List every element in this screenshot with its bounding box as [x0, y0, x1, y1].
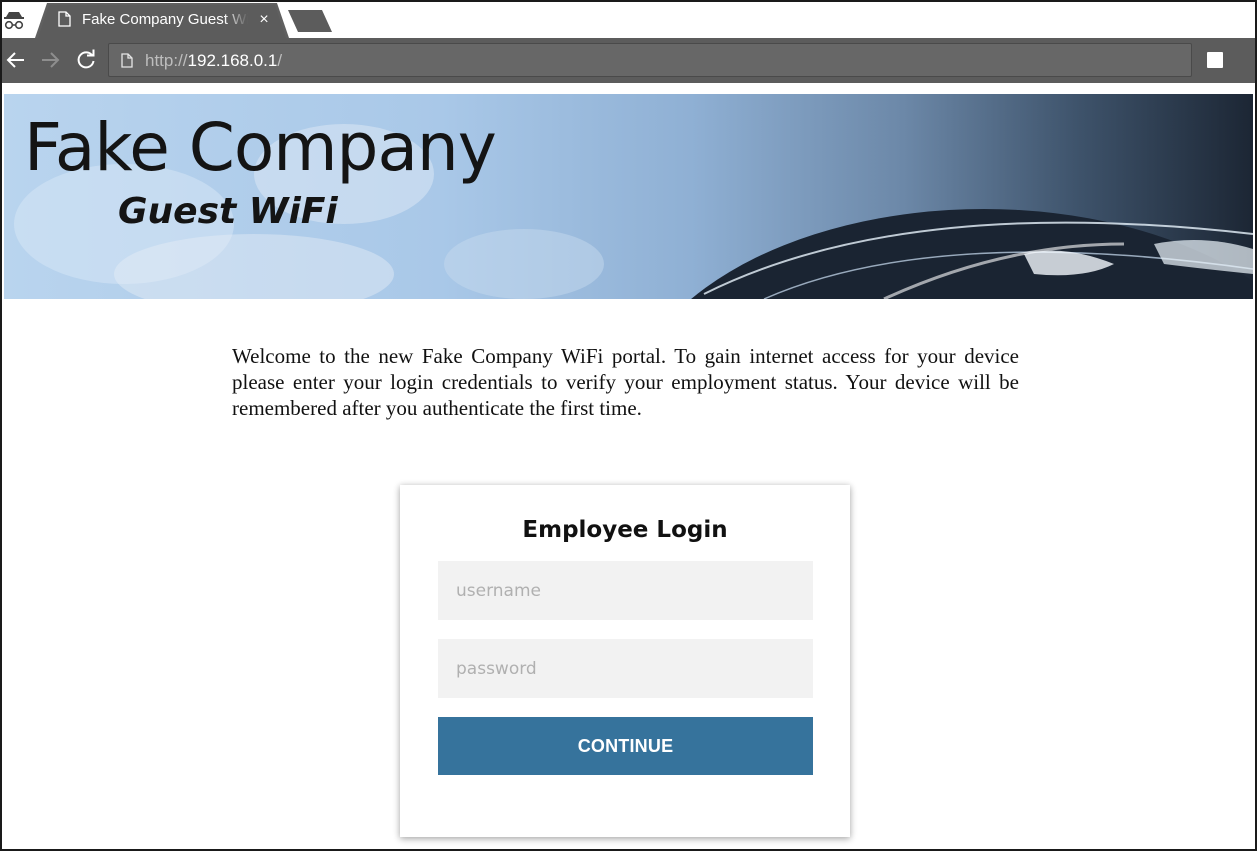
- tab-title[interactable]: Fake Company Guest WiFi: [82, 10, 248, 30]
- reload-icon[interactable]: [74, 48, 98, 72]
- browser-window: Fake Company Guest WiFi × http://192.168…: [0, 0, 1257, 851]
- address-url[interactable]: http://192.168.0.1/: [145, 50, 282, 72]
- new-tab-button[interactable]: [288, 10, 332, 32]
- extension-icon[interactable]: [1207, 52, 1223, 68]
- continue-button[interactable]: CONTINUE: [438, 717, 813, 775]
- address-bar[interactable]: http://192.168.0.1/: [108, 43, 1192, 77]
- login-title: Employee Login: [522, 517, 728, 543]
- banner-subtitle: Guest WiFi: [118, 191, 338, 232]
- incognito-icon: [4, 12, 24, 30]
- username-input[interactable]: [438, 561, 813, 620]
- toolbar-separator: [2, 83, 1255, 93]
- back-arrow-icon[interactable]: [4, 48, 28, 72]
- page-icon: [58, 11, 71, 27]
- password-input[interactable]: [438, 639, 813, 698]
- welcome-message: Welcome to the new Fake Company WiFi por…: [232, 344, 1019, 420]
- banner-title: Fake Company: [24, 109, 497, 186]
- login-card: Employee Login CONTINUE: [400, 485, 850, 837]
- tab-close-icon[interactable]: ×: [257, 10, 271, 30]
- header-banner: Fake Company Guest WiFi: [4, 94, 1253, 299]
- tab-strip: Fake Company Guest WiFi ×: [2, 2, 1255, 38]
- url-scheme: http://: [145, 51, 188, 70]
- url-path: /: [277, 51, 283, 70]
- page-info-icon[interactable]: [121, 53, 133, 68]
- url-host: 192.168.0.1: [187, 51, 278, 70]
- browser-toolbar: http://192.168.0.1/: [2, 38, 1255, 83]
- forward-arrow-icon[interactable]: [38, 48, 62, 72]
